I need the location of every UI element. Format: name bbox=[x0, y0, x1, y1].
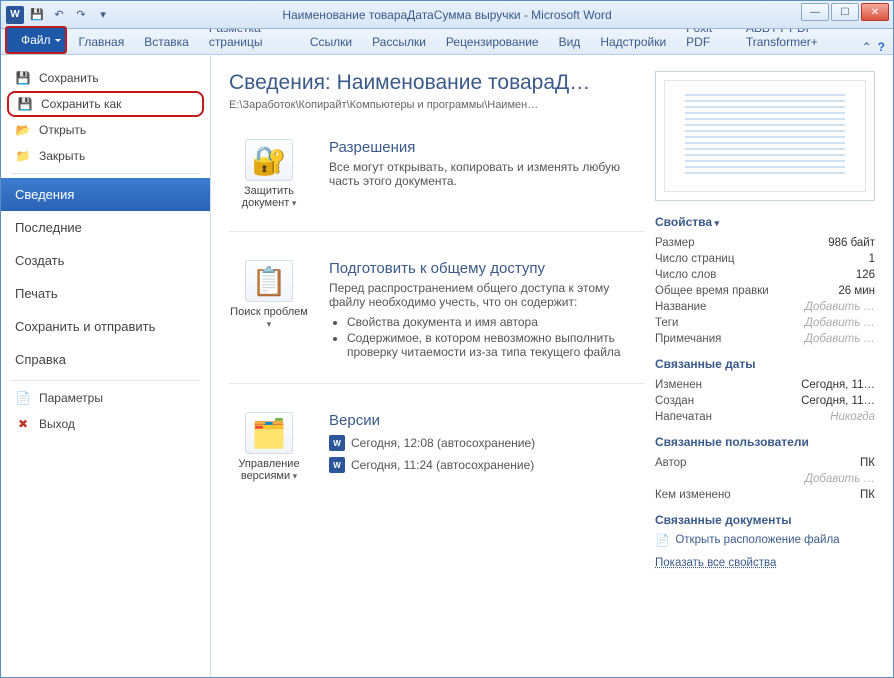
versions-section: 🗂️ Управление версиями Версии WСегодня, … bbox=[229, 412, 645, 504]
nav-close[interactable]: 📁Закрыть bbox=[1, 143, 210, 169]
nav-info[interactable]: Сведения bbox=[1, 178, 210, 211]
qat-more-icon[interactable]: ▾ bbox=[93, 5, 113, 25]
folder-close-icon: 📁 bbox=[15, 148, 31, 164]
add-author[interactable]: Добавить … bbox=[655, 471, 875, 487]
backstage: 💾Сохранить 💾Сохранить как 📂Открыть 📁Закр… bbox=[1, 55, 893, 677]
author-row: АвторПК bbox=[655, 455, 875, 471]
tab-addins[interactable]: Надстройки bbox=[590, 30, 676, 54]
dates-heading: Связанные даты bbox=[655, 357, 875, 371]
tab-file[interactable]: Файл bbox=[5, 26, 67, 54]
date-row: СозданСегодня, 11… bbox=[655, 393, 875, 409]
info-pane: Сведения: Наименование товараД… E:\Зараб… bbox=[229, 71, 645, 667]
manage-versions-button[interactable]: 🗂️ Управление версиями bbox=[229, 412, 309, 482]
properties-heading[interactable]: Свойства bbox=[655, 215, 875, 229]
tab-insert[interactable]: Вставка bbox=[134, 30, 199, 54]
property-row: Число страниц1 bbox=[655, 251, 875, 267]
word-doc-icon: W bbox=[329, 457, 345, 473]
prepare-share-section: 📋 Поиск проблем Подготовить к общему дос… bbox=[229, 260, 645, 384]
tab-references[interactable]: Ссылки bbox=[300, 30, 362, 54]
share-lead: Перед распространением общего доступа к … bbox=[329, 281, 645, 309]
quick-access-toolbar: W 💾 ↶ ↷ ▾ bbox=[1, 5, 113, 25]
maximize-button[interactable]: ☐ bbox=[831, 3, 859, 21]
close-button[interactable]: ✕ bbox=[861, 3, 889, 21]
property-row: Размер986 байт bbox=[655, 235, 875, 251]
date-row: ИзмененСегодня, 11… bbox=[655, 377, 875, 393]
properties-pane: Свойства Размер986 байтЧисло страниц1Чис… bbox=[655, 71, 875, 667]
check-issues-button[interactable]: 📋 Поиск проблем bbox=[229, 260, 309, 361]
backstage-main: Сведения: Наименование товараД… E:\Зараб… bbox=[211, 55, 893, 677]
nav-save-as[interactable]: 💾Сохранить как bbox=[7, 91, 204, 117]
exit-icon: ✖ bbox=[15, 416, 31, 432]
word-doc-icon: W bbox=[329, 435, 345, 451]
nav-open[interactable]: 📂Открыть bbox=[1, 117, 210, 143]
options-icon: 📄 bbox=[15, 390, 31, 406]
permissions-section: 🔐 Защитить документ Разрешения Все могут… bbox=[229, 139, 645, 232]
document-thumbnail[interactable] bbox=[655, 71, 875, 201]
app-icon[interactable]: W bbox=[5, 5, 25, 25]
nav-separator bbox=[11, 380, 200, 381]
save-as-icon: 💾 bbox=[17, 96, 33, 112]
permissions-text: Все могут открывать, копировать и изменя… bbox=[329, 160, 645, 188]
nav-options[interactable]: 📄Параметры bbox=[1, 385, 210, 411]
related-docs-heading: Связанные документы bbox=[655, 513, 875, 527]
save-icon: 💾 bbox=[15, 70, 31, 86]
date-row[interactable]: НапечатанНикогда bbox=[655, 409, 875, 425]
nav-recent[interactable]: Последние bbox=[1, 211, 210, 244]
share-heading: Подготовить к общему доступу bbox=[329, 260, 645, 277]
help-icon[interactable]: ? bbox=[878, 40, 885, 54]
info-path: E:\Заработок\Копирайт\Компьютеры и прогр… bbox=[229, 99, 645, 111]
nav-exit[interactable]: ✖Выход bbox=[1, 411, 210, 437]
share-bullet: Свойства документа и имя автора bbox=[347, 315, 645, 329]
ribbon-minimize-icon[interactable]: ⌃ bbox=[862, 40, 872, 54]
nav-separator bbox=[11, 173, 200, 174]
protect-document-button[interactable]: 🔐 Защитить документ bbox=[229, 139, 309, 209]
nav-help[interactable]: Справка bbox=[1, 343, 210, 376]
tab-home[interactable]: Главная bbox=[69, 30, 135, 54]
lock-icon: 🔐 bbox=[245, 139, 293, 181]
share-bullet: Содержимое, в котором невозможно выполни… bbox=[347, 331, 645, 359]
document-icon: 📄 bbox=[655, 533, 669, 547]
inspect-icon: 📋 bbox=[245, 260, 293, 302]
qat-redo-icon[interactable]: ↷ bbox=[71, 5, 91, 25]
info-heading: Сведения: Наименование товараД… bbox=[229, 71, 645, 95]
versions-heading: Версии bbox=[329, 412, 645, 429]
tab-view[interactable]: Вид bbox=[549, 30, 591, 54]
nav-new[interactable]: Создать bbox=[1, 244, 210, 277]
property-row: Общее время правки26 мин bbox=[655, 283, 875, 299]
tab-mailings[interactable]: Рассылки bbox=[362, 30, 436, 54]
qat-save-icon[interactable]: 💾 bbox=[27, 5, 47, 25]
modified-by-row: Кем измененоПК bbox=[655, 487, 875, 503]
property-row[interactable]: ТегиДобавить … bbox=[655, 315, 875, 331]
nav-save-send[interactable]: Сохранить и отправить bbox=[1, 310, 210, 343]
versions-icon: 🗂️ bbox=[245, 412, 293, 454]
window-title: Наименование товараДатаСумма выручки - M… bbox=[1, 8, 893, 22]
qat-undo-icon[interactable]: ↶ bbox=[49, 5, 69, 25]
folder-open-icon: 📂 bbox=[15, 122, 31, 138]
minimize-button[interactable]: — bbox=[801, 3, 829, 21]
backstage-nav: 💾Сохранить 💾Сохранить как 📂Открыть 📁Закр… bbox=[1, 55, 211, 677]
titlebar: W 💾 ↶ ↷ ▾ Наименование товараДатаСумма в… bbox=[1, 1, 893, 29]
ribbon-tabs: Файл Главная Вставка Разметка страницы С… bbox=[1, 29, 893, 55]
property-row[interactable]: НазваниеДобавить … bbox=[655, 299, 875, 315]
nav-save[interactable]: 💾Сохранить bbox=[1, 65, 210, 91]
permissions-heading: Разрешения bbox=[329, 139, 645, 156]
open-file-location[interactable]: 📄Открыть расположение файла bbox=[655, 533, 875, 547]
window-controls: — ☐ ✕ bbox=[801, 3, 889, 21]
tab-review[interactable]: Рецензирование bbox=[436, 30, 549, 54]
nav-print[interactable]: Печать bbox=[1, 277, 210, 310]
version-entry[interactable]: WСегодня, 12:08 (автосохранение) bbox=[329, 435, 645, 451]
version-entry[interactable]: WСегодня, 11:24 (автосохранение) bbox=[329, 457, 645, 473]
property-row: Число слов126 bbox=[655, 267, 875, 283]
users-heading: Связанные пользователи bbox=[655, 435, 875, 449]
property-row[interactable]: ПримечанияДобавить … bbox=[655, 331, 875, 347]
show-all-properties[interactable]: Показать все свойства bbox=[655, 557, 776, 569]
